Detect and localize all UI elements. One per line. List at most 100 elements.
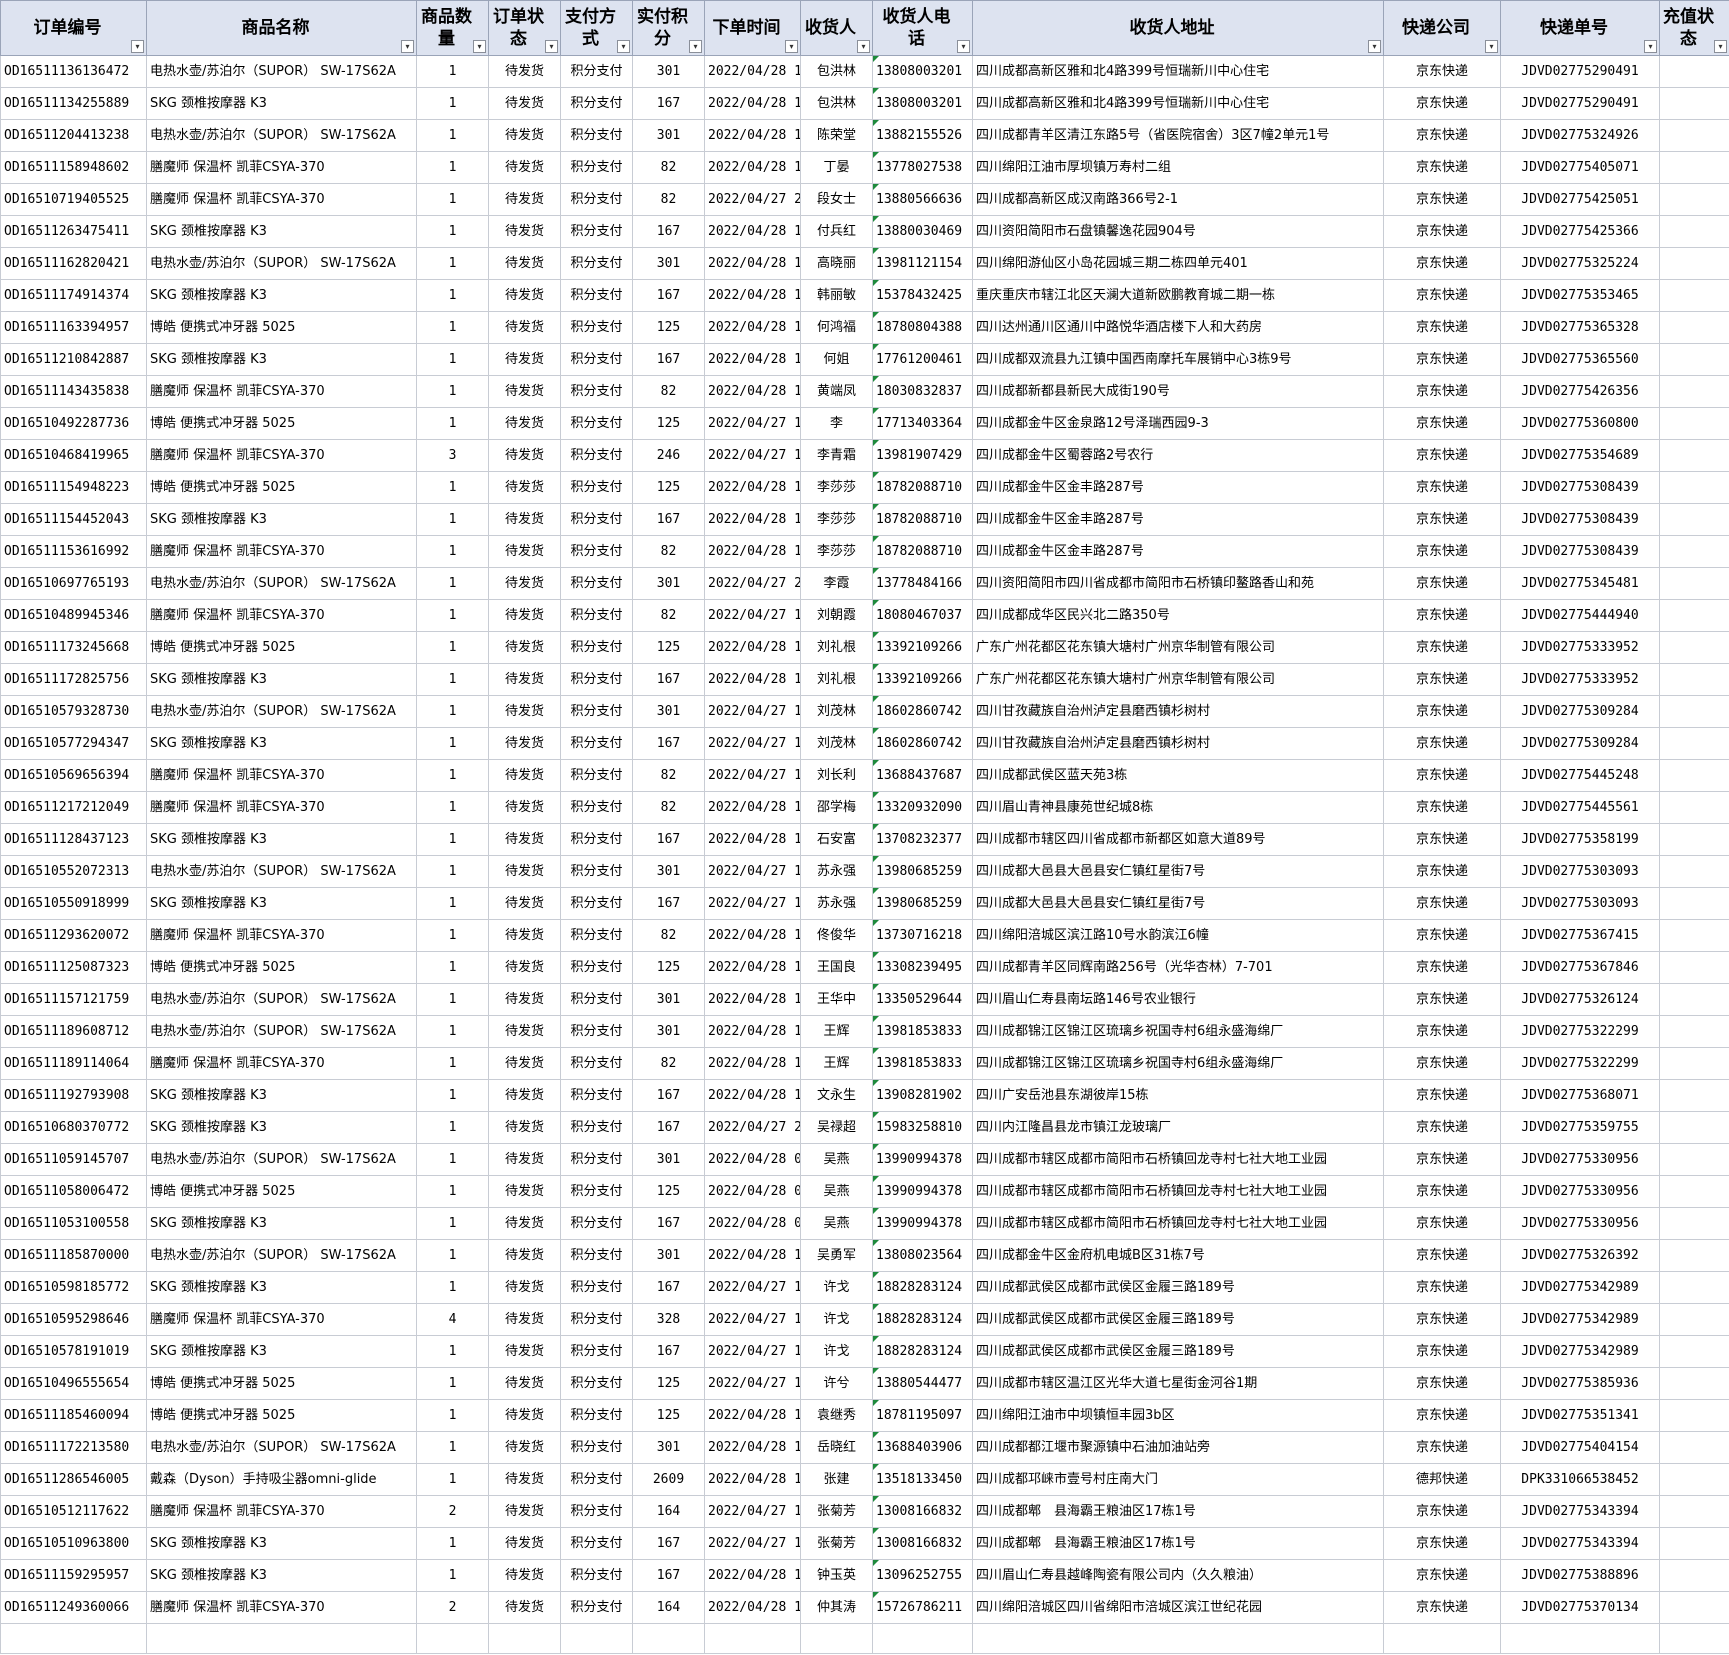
cell-phone[interactable]: 13880030469 xyxy=(872,215,973,248)
cell-courier[interactable]: 京东快递 xyxy=(1383,919,1501,952)
cell-name[interactable]: 苏永强 xyxy=(800,887,873,920)
cell-courier[interactable]: 京东快递 xyxy=(1383,1239,1501,1272)
filter-dropdown-icon[interactable]: ▾ xyxy=(785,40,798,53)
cell-phone[interactable]: 18030832837 xyxy=(872,375,973,408)
cell-courier[interactable]: 京东快递 xyxy=(1383,983,1501,1016)
cell-pay[interactable]: 积分支付 xyxy=(560,631,633,664)
cell-tracking[interactable]: JDVD02775365328 xyxy=(1500,311,1660,344)
cell-tracking[interactable]: JDVD02775405071 xyxy=(1500,151,1660,184)
cell-tracking[interactable]: JDVD02775370134 xyxy=(1500,1591,1660,1624)
cell-qty[interactable]: 1 xyxy=(416,183,489,216)
cell-order_id[interactable]: OD16510577294347 xyxy=(0,727,147,760)
column-header-courier[interactable]: 快递公司 ▾ xyxy=(1383,0,1501,56)
cell-tracking[interactable]: JDVD02775325224 xyxy=(1500,247,1660,280)
column-header-order_id[interactable]: 订单编号 ▾ xyxy=(0,0,147,56)
cell-tracking[interactable]: JDVD02775330956 xyxy=(1500,1143,1660,1176)
cell-tracking[interactable]: JDVD02775308439 xyxy=(1500,471,1660,504)
cell-product[interactable]: 电热水壶/苏泊尔（SUPOR） SW-17S62A xyxy=(146,1239,417,1272)
cell-time[interactable]: 2022/04/28 1 xyxy=(704,55,801,88)
cell-name[interactable]: 王辉 xyxy=(800,1047,873,1080)
cell-qty[interactable]: 1 xyxy=(416,727,489,760)
filter-dropdown-icon[interactable]: ▾ xyxy=(1644,40,1657,53)
cell-product[interactable]: 博皓 便携式冲牙器 5025 xyxy=(146,1367,417,1400)
cell-product[interactable]: 电热水壶/苏泊尔（SUPOR） SW-17S62A xyxy=(146,983,417,1016)
cell-order_id[interactable]: OD16511157121759 xyxy=(0,983,147,1016)
cell-product[interactable]: SKG 颈椎按摩器 K3 xyxy=(146,823,417,856)
filter-dropdown-icon[interactable]: ▾ xyxy=(1485,40,1498,53)
cell-phone[interactable]: 13778027538 xyxy=(872,151,973,184)
cell-status[interactable]: 待发货 xyxy=(488,311,561,344)
cell-qty[interactable]: 1 xyxy=(416,471,489,504)
cell-status[interactable]: 待发货 xyxy=(488,951,561,984)
cell-recharge[interactable] xyxy=(1659,1111,1729,1144)
cell-product[interactable]: 博皓 便携式冲牙器 5025 xyxy=(146,1399,417,1432)
cell-addr[interactable]: 四川眉山青神县康苑世纪城8栋 xyxy=(972,791,1384,824)
cell-recharge[interactable] xyxy=(1659,1239,1729,1272)
column-header-recharge[interactable]: 充值状态 ▾ xyxy=(1659,0,1729,56)
cell-courier[interactable]: 京东快递 xyxy=(1383,1559,1501,1592)
cell-phone[interactable]: 13778484166 xyxy=(872,567,973,600)
cell-points[interactable]: 82 xyxy=(632,791,705,824)
cell-points[interactable]: 125 xyxy=(632,311,705,344)
cell-order_id[interactable]: OD16510595298646 xyxy=(0,1303,147,1336)
cell-qty[interactable]: 1 xyxy=(416,983,489,1016)
cell-order_id[interactable]: OD16510512117622 xyxy=(0,1495,147,1528)
cell-tracking[interactable]: JDVD02775444940 xyxy=(1500,599,1660,632)
cell-tracking[interactable]: JDVD02775354689 xyxy=(1500,439,1660,472)
cell-product[interactable]: SKG 颈椎按摩器 K3 xyxy=(146,1271,417,1304)
cell-tracking[interactable]: JDVD02775404154 xyxy=(1500,1431,1660,1464)
cell-phone[interactable]: 18782088710 xyxy=(872,535,973,568)
cell-tracking[interactable]: JDVD02775353465 xyxy=(1500,279,1660,312)
cell-courier[interactable]: 京东快递 xyxy=(1383,727,1501,760)
cell-product[interactable]: 膳魔师 保温杯 凯菲CSYA-370 xyxy=(146,1495,417,1528)
cell-name[interactable]: 刘朝霞 xyxy=(800,599,873,632)
cell-qty[interactable]: 1 xyxy=(416,1143,489,1176)
cell-name[interactable]: 石安富 xyxy=(800,823,873,856)
cell-qty[interactable]: 1 xyxy=(416,279,489,312)
cell-pay[interactable]: 积分支付 xyxy=(560,663,633,696)
cell-recharge[interactable] xyxy=(1659,567,1729,600)
cell-time[interactable]: 2022/04/27 2 xyxy=(704,1111,801,1144)
cell-courier[interactable]: 京东快递 xyxy=(1383,1111,1501,1144)
cell-name[interactable]: 黄端凤 xyxy=(800,375,873,408)
cell-status[interactable]: 待发货 xyxy=(488,1431,561,1464)
cell-name[interactable]: 张建 xyxy=(800,1463,873,1496)
cell-tracking[interactable]: JDVD02775309284 xyxy=(1500,727,1660,760)
cell-name[interactable]: 许戈 xyxy=(800,1271,873,1304)
cell-pay[interactable]: 积分支付 xyxy=(560,1271,633,1304)
cell-qty[interactable]: 1 xyxy=(416,1399,489,1432)
cell-time[interactable]: 2022/04/28 1 xyxy=(704,151,801,184)
cell-addr[interactable]: 四川绵阳游仙区小岛花园城三期二栋四单元401 xyxy=(972,247,1384,280)
cell-recharge[interactable] xyxy=(1659,1079,1729,1112)
cell-qty[interactable]: 1 xyxy=(416,1527,489,1560)
cell-recharge[interactable] xyxy=(1659,1367,1729,1400)
cell-addr[interactable]: 四川成都高新区成汉南路366号2-1 xyxy=(972,183,1384,216)
cell-points[interactable]: 167 xyxy=(632,279,705,312)
cell-phone[interactable]: 13308239495 xyxy=(872,951,973,984)
cell-phone[interactable]: 13708232377 xyxy=(872,823,973,856)
cell-order_id[interactable]: OD16511125087323 xyxy=(0,951,147,984)
cell-phone[interactable]: 13518133450 xyxy=(872,1463,973,1496)
cell-addr[interactable]: 四川绵阳涪城区四川省绵阳市涪城区滨江世纪花园 xyxy=(972,1591,1384,1624)
cell-status[interactable]: 待发货 xyxy=(488,87,561,120)
cell-courier[interactable]: 京东快递 xyxy=(1383,855,1501,888)
filter-dropdown-icon[interactable]: ▾ xyxy=(131,40,144,53)
cell-points[interactable]: 301 xyxy=(632,1015,705,1048)
cell-name[interactable]: 吴燕 xyxy=(800,1175,873,1208)
cell-order_id[interactable]: OD16511185460094 xyxy=(0,1399,147,1432)
cell-qty[interactable]: 1 xyxy=(416,1175,489,1208)
cell-courier[interactable]: 京东快递 xyxy=(1383,567,1501,600)
cell-name[interactable]: 佟俊华 xyxy=(800,919,873,952)
cell-addr[interactable]: 四川成都市辖区四川省成都市新都区如意大道89号 xyxy=(972,823,1384,856)
cell-status[interactable]: 待发货 xyxy=(488,727,561,760)
cell-points[interactable]: 167 xyxy=(632,1207,705,1240)
cell-status[interactable]: 待发货 xyxy=(488,567,561,600)
cell-name[interactable]: 吴禄超 xyxy=(800,1111,873,1144)
cell-recharge[interactable] xyxy=(1659,1463,1729,1496)
cell-phone[interactable]: 18080467037 xyxy=(872,599,973,632)
cell-addr[interactable]: 四川资阳简阳市石盘镇馨逸花园904号 xyxy=(972,215,1384,248)
cell-courier[interactable]: 京东快递 xyxy=(1383,951,1501,984)
cell-order_id[interactable]: OD16511189114064 xyxy=(0,1047,147,1080)
cell-courier[interactable]: 京东快递 xyxy=(1383,759,1501,792)
empty-cell[interactable] xyxy=(560,1623,633,1654)
